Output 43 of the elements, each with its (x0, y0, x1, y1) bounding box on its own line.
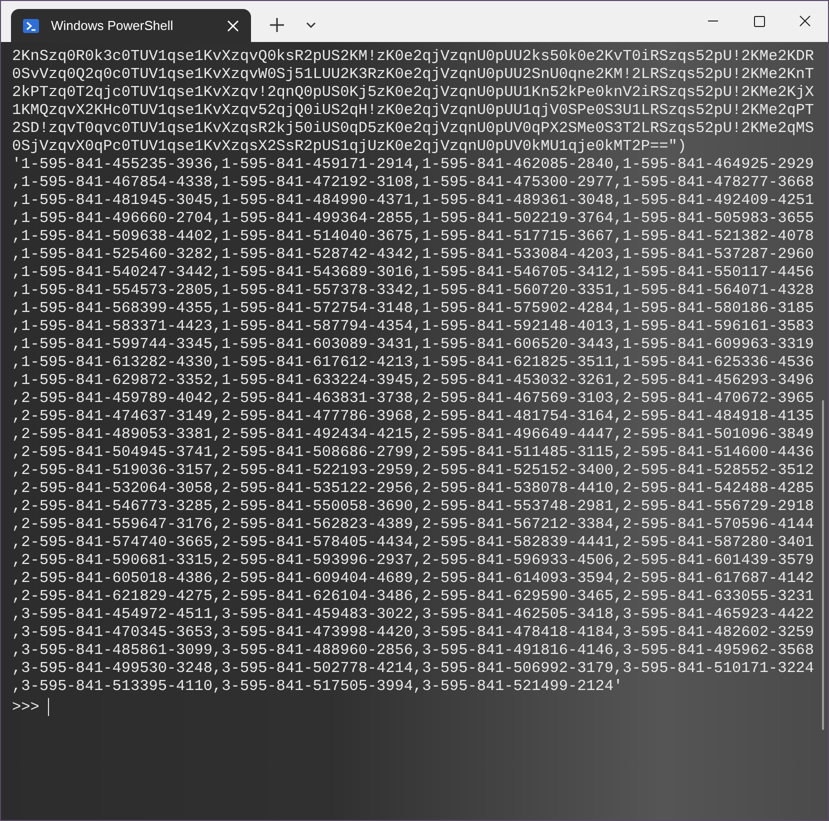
output-line: 1KMQzqvX2KHc0TUV1qse1KvXzqv52qjQ0iUS2qH!zK0e2qjVzqnU0pUU1qjV0SPe0S3U1LRSzqs52pU!2KMe2qPT (12, 101, 814, 119)
output-line: 0SvVzq0Q2q0c0TUV1qse1KvXzqvW0Sj51LUU2K3RzK0e2qjVzqnU0pUU2SnU0qne2KM!2LRSzqs52pU!2KMe2KnT (12, 65, 814, 83)
output-line: ,1-595-841-509638-4402,1-595-841-514040-3675,1-595-841-517715-3667,1-595-841-521382-4078 (12, 227, 814, 245)
output-line: ,3-595-841-470345-3653,3-595-841-473998-4420,3-595-841-478418-4184,3-595-841-482602-3259 (12, 623, 814, 641)
output-line: ,2-595-841-532064-3058,2-595-841-535122-2956,2-595-841-538078-4410,2-595-841-542488-4285 (12, 479, 814, 497)
output-line: ,2-595-841-504945-3741,2-595-841-508686-2799,2-595-841-511485-3115,2-595-841-514600-4436 (12, 443, 814, 461)
output-line: ,3-595-841-485861-3099,3-595-841-488960-2856,3-595-841-491816-4146,3-595-841-495962-3568 (12, 641, 814, 659)
output-line: ,2-595-841-605018-4386,2-595-841-609404-4689,2-595-841-614093-3594,2-595-841-617687-4142 (12, 569, 814, 587)
output-line: ,2-595-841-559647-3176,2-595-841-562823-4389,2-595-841-567212-3384,2-595-841-570596-4144 (12, 515, 814, 533)
output-line: 2KnSzq0R0k3c0TUV1qse1KvXzqvQ0ksR2pUS2KM!zK0e2qjVzqnU0pUU2ks50k0e2KvT0iRSzqs52pU!2KMe2KDR (12, 47, 814, 65)
output-line: ,1-595-841-583371-4423,1-595-841-587794-4354,1-595-841-592148-4013,1-595-841-596161-3583 (12, 317, 814, 335)
output-line: ,2-595-841-489053-3381,2-595-841-492434-4215,2-595-841-496649-4447,2-595-841-501096-3849 (12, 425, 814, 443)
output-line: ,2-595-841-590681-3315,2-595-841-593996-2937,2-595-841-596933-4506,2-595-841-601439-3579 (12, 551, 814, 569)
output-line: ,1-595-841-525460-3282,1-595-841-528742-4342,1-595-841-533084-4203,1-595-841-537287-2960 (12, 245, 814, 263)
scrollbar-thumb[interactable] (822, 400, 824, 730)
output-line: 2SD!zqvT0qvc0TUV1qse1KvXzqsR2kj50iUS0qD5zK0e2qjVzqnU0pUV0qPX2SMe0S3T2LRSzqs52pU!2KMe2qMS (12, 119, 814, 137)
output-line: ,1-595-841-496660-2704,1-595-841-499364-2855,1-595-841-502219-3764,1-595-841-505983-3655 (12, 209, 814, 227)
output-line: ,3-595-841-513395-4110,3-595-841-517505-3994,3-595-841-521499-2124' (12, 677, 623, 695)
tab-title: Windows PowerShell (51, 16, 174, 35)
output-line: 0SjVzqvX0qPc0TUV1qse1KvXzqsX2SsR2pUS1qjUzK0e2qjVzqnU0pUV0kMU1qje0kMT2P==") (12, 137, 686, 155)
output-line: ,1-595-841-481945-3045,1-595-841-484990-4371,1-595-841-489361-3048,1-595-841-492409-4251 (12, 191, 814, 209)
output-line: ,2-595-841-519036-3157,2-595-841-522193-2959,2-595-841-525152-3400,2-595-841-528552-3512 (12, 461, 814, 479)
output-line: ,2-595-841-546773-3285,2-595-841-550058-3690,2-595-841-553748-2981,2-595-841-556729-2918 (12, 497, 814, 515)
output-line: ,1-595-841-568399-4355,1-595-841-572754-3148,1-595-841-575902-4284,1-595-841-580186-3185 (12, 299, 814, 317)
prompt: >>> (12, 698, 40, 716)
tab[interactable]: Windows PowerShell (11, 9, 251, 42)
output-line: ,2-595-841-474637-3149,2-595-841-477786-3968,2-595-841-481754-3164,2-595-841-484918-4135 (12, 407, 814, 425)
output-line: ,3-595-841-499530-3248,3-595-841-502778-4214,3-595-841-506992-3179,3-595-841-510171-3224 (12, 659, 814, 677)
close-icon[interactable] (227, 20, 239, 32)
output-line: ,3-595-841-454972-4511,3-595-841-459483-3022,3-595-841-462505-3418,3-595-841-465923-4422 (12, 605, 814, 623)
output-line: ,1-595-841-599744-3345,1-595-841-603089-3431,1-595-841-606520-3443,1-595-841-609963-3319 (12, 335, 814, 353)
output-line: ,2-595-841-574740-3665,2-595-841-578405-4434,2-595-841-582839-4441,2-595-841-587280-3401 (12, 533, 814, 551)
output-line: ,1-595-841-554573-2805,1-595-841-557378-3342,1-595-841-560720-3351,1-595-841-564071-4328 (12, 281, 814, 299)
output-line: ,1-595-841-467854-4338,1-595-841-472192-3108,1-595-841-475300-2977,1-595-841-478277-3668 (12, 173, 814, 191)
output-line: ,1-595-841-540247-3442,1-595-841-543689-3016,1-595-841-546705-3412,1-595-841-550117-4456 (12, 263, 814, 281)
terminal-icon (23, 18, 39, 34)
output-line: '1-595-841-455235-3936,1-595-841-459171-2914,1-595-841-462085-2840,1-595-841-464925-2929 (12, 155, 814, 173)
output-line: ,1-595-841-613282-4330,1-595-841-617612-4213,1-595-841-621825-3511,1-595-841-625336-4536 (12, 353, 814, 371)
output-line: 2kPTzq0T2qjc0TUV1qse1KvXzqv!2qnQ0pUS0Kj5zK0e2qjVzqnU0pUU1Kn52kPe0knV2iRSzqs52pU!2KMe2KjX (12, 83, 814, 101)
text-cursor (48, 698, 50, 716)
output-line: ,2-595-841-621829-4275,2-595-841-626104-3486,2-595-841-629590-3465,2-595-841-633055-3231 (12, 587, 814, 605)
output-line: ,2-595-841-459789-4042,2-595-841-463831-3738,2-595-841-467569-3103,2-595-841-470672-3965 (12, 389, 814, 407)
output-line: ,1-595-841-629872-3352,1-595-841-633224-3945,2-595-841-453032-3261,2-595-841-456293-3496 (12, 371, 814, 389)
